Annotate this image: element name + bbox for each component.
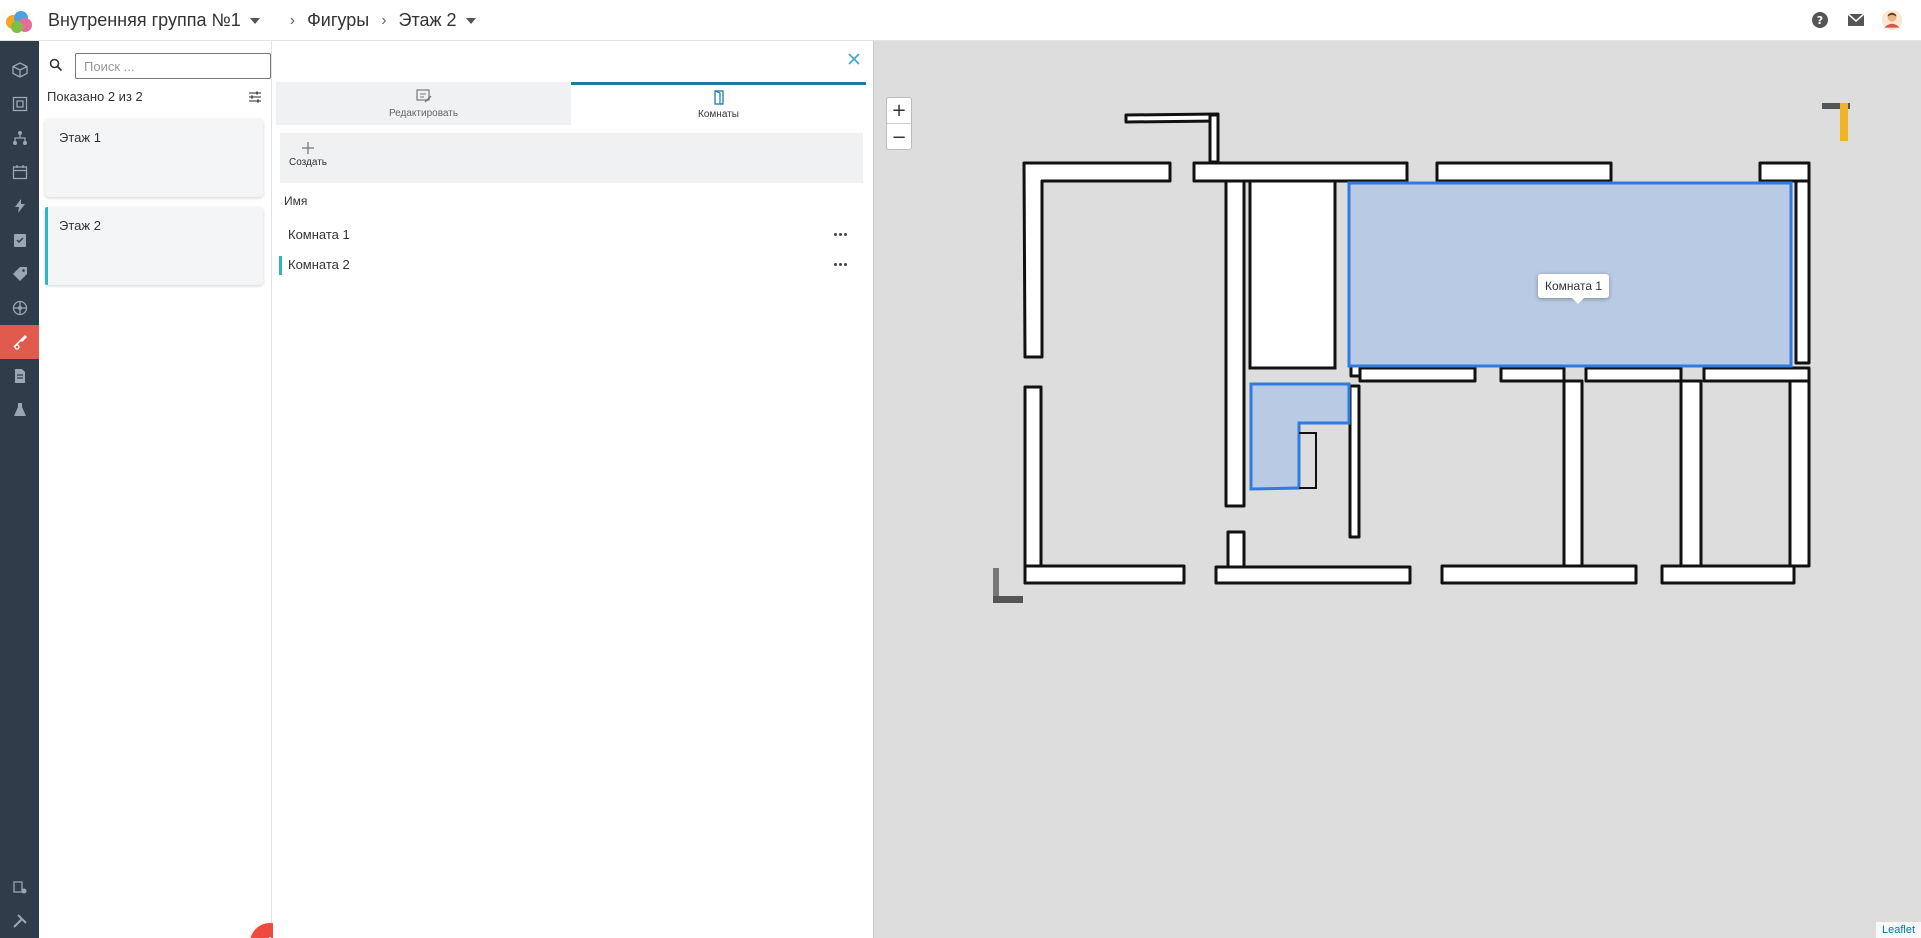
breadcrumb-floor[interactable]: Этаж 2 bbox=[399, 10, 476, 31]
breadcrumb-group-label: Внутренняя группа №1 bbox=[48, 10, 241, 30]
app-logo-icon[interactable] bbox=[4, 7, 34, 35]
floor-card-2[interactable]: Этаж 2 bbox=[45, 207, 263, 285]
navigation-rail bbox=[0, 41, 39, 938]
floor-card-label: Этаж 2 bbox=[59, 218, 101, 233]
zoom-control: + − bbox=[886, 97, 912, 150]
breadcrumb-shapes-label: Фигуры bbox=[307, 10, 370, 30]
more-options-icon[interactable] bbox=[830, 227, 850, 241]
search-input[interactable] bbox=[75, 53, 271, 79]
column-header-name: Имя bbox=[284, 194, 308, 208]
create-room-label: Создать bbox=[288, 157, 327, 168]
floor-card-1[interactable]: Этаж 1 bbox=[45, 119, 263, 197]
tab-rooms-label: Комнаты bbox=[698, 109, 739, 120]
ruler-icon bbox=[1822, 103, 1850, 141]
room-row-1[interactable]: Комната 1 bbox=[276, 221, 863, 249]
room-name: Комната 2 bbox=[288, 257, 350, 272]
mail-icon[interactable] bbox=[1845, 9, 1867, 31]
floor-card-label: Этаж 1 bbox=[59, 130, 101, 145]
tab-edit[interactable]: Редактировать bbox=[276, 82, 571, 125]
lightning-icon[interactable] bbox=[0, 189, 39, 223]
floor-map[interactable]: + − Комната 1 Leaflet bbox=[873, 41, 1921, 938]
breadcrumb-separator: › bbox=[381, 11, 387, 29]
filter-icon[interactable] bbox=[248, 90, 262, 104]
edit-icon bbox=[415, 88, 432, 103]
top-header: Внутренняя группа №1 › Фигуры › Этаж 2 ? bbox=[0, 0, 1921, 41]
calendar-icon[interactable] bbox=[0, 155, 39, 189]
rooms-toolbar: Создать bbox=[280, 133, 863, 183]
room-tooltip: Комната 1 bbox=[1538, 274, 1609, 304]
more-options-icon[interactable] bbox=[830, 257, 850, 271]
document-icon[interactable] bbox=[0, 359, 39, 393]
flask-icon[interactable] bbox=[0, 393, 39, 427]
plus-icon bbox=[302, 142, 314, 154]
hierarchy-icon[interactable] bbox=[0, 121, 39, 155]
close-icon[interactable] bbox=[846, 51, 862, 67]
tools-icon[interactable] bbox=[0, 904, 39, 938]
leaflet-attribution-link[interactable]: Leaflet bbox=[1875, 922, 1921, 938]
chevron-down-icon[interactable] bbox=[465, 17, 476, 24]
detail-panel: Редактировать Комнаты Создать Имя Комнат… bbox=[273, 41, 873, 938]
breadcrumb: Внутренняя группа №1 › Фигуры › Этаж 2 bbox=[48, 10, 476, 31]
search-box bbox=[47, 53, 271, 79]
room-name: Комната 1 bbox=[288, 227, 350, 242]
zoom-out-button[interactable]: − bbox=[887, 124, 911, 150]
detail-tabs: Редактировать Комнаты bbox=[276, 82, 866, 125]
floorplan-icon[interactable] bbox=[0, 325, 39, 359]
search-icon bbox=[49, 58, 63, 72]
breadcrumb-separator: › bbox=[289, 11, 296, 29]
door-icon bbox=[713, 90, 724, 105]
breadcrumb-shapes[interactable]: Фигуры bbox=[307, 10, 369, 31]
network-icon[interactable] bbox=[0, 291, 39, 325]
help-icon[interactable]: ? bbox=[1809, 9, 1831, 31]
cube-icon[interactable] bbox=[0, 53, 39, 87]
create-room-button[interactable]: Создать bbox=[288, 141, 328, 177]
floor-plan-drawing bbox=[993, 103, 1850, 603]
tab-rooms[interactable]: Комнаты bbox=[571, 82, 866, 125]
tab-edit-label: Редактировать bbox=[388, 107, 459, 119]
zoom-in-button[interactable]: + bbox=[887, 98, 911, 124]
settings-list-icon[interactable] bbox=[0, 870, 39, 904]
shown-count: Показано 2 из 2 bbox=[47, 89, 143, 104]
breadcrumb-group[interactable]: Внутренняя группа №1 bbox=[48, 10, 260, 31]
svg-text:?: ? bbox=[1817, 14, 1823, 27]
ruler-icon bbox=[993, 568, 1023, 603]
user-avatar-icon[interactable] bbox=[1881, 9, 1903, 31]
room-2-shape[interactable] bbox=[1249, 382, 1351, 491]
room-row-2[interactable]: Комната 2 bbox=[276, 251, 863, 279]
checklist-icon[interactable] bbox=[0, 223, 39, 257]
frame-icon[interactable] bbox=[0, 87, 39, 121]
header-actions: ? bbox=[1809, 9, 1903, 31]
breadcrumb-floor-label: Этаж 2 bbox=[398, 10, 457, 30]
chevron-down-icon[interactable] bbox=[249, 17, 260, 24]
floors-panel: Показано 2 из 2 Этаж 1 Этаж 2 bbox=[39, 41, 290, 938]
tag-icon[interactable] bbox=[0, 257, 39, 291]
